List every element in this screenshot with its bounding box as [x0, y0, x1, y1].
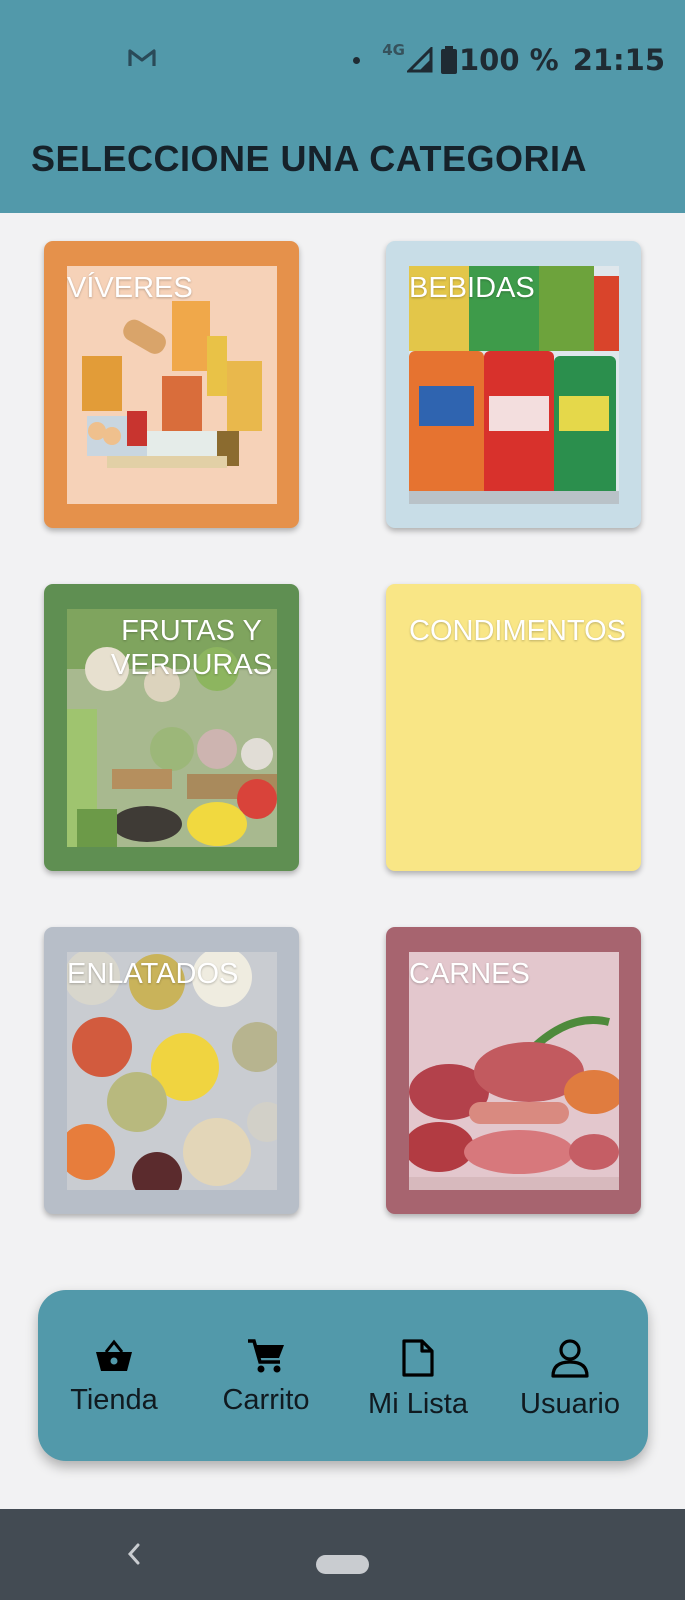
category-card-frutas-y-verduras[interactable]: FRUTAS Y VERDURAS	[44, 584, 299, 871]
nav-item-mi-lista[interactable]: Mi Lista	[342, 1290, 494, 1461]
user-icon	[551, 1339, 589, 1378]
basket-icon	[96, 1339, 132, 1371]
category-label: BEBIDAS	[409, 272, 535, 304]
signal-icon	[407, 47, 433, 73]
category-label: ENLATADOS	[67, 958, 239, 990]
document-icon	[402, 1339, 434, 1377]
category-label: FRUTAS Y VERDURAS	[110, 615, 273, 681]
back-icon[interactable]	[124, 1539, 144, 1569]
nav-item-tienda[interactable]: Tienda	[38, 1290, 190, 1461]
page-title: SELECCIONE UNA CATEGORIA	[31, 138, 588, 179]
nav-item-carrito[interactable]: Carrito	[190, 1290, 342, 1461]
battery-icon	[441, 46, 457, 74]
battery-percent: 100 %	[459, 43, 559, 77]
nav-label: Carrito	[222, 1384, 310, 1416]
gmail-icon	[128, 49, 156, 66]
dot-icon	[353, 56, 361, 64]
nav-label: Usuario	[520, 1388, 620, 1420]
cart-icon	[248, 1339, 284, 1373]
category-label: CONDIMENTOS	[409, 615, 626, 647]
nav-label: Mi Lista	[368, 1388, 468, 1420]
system-nav-bar	[0, 1509, 685, 1600]
category-card-enlatados[interactable]: ENLATADOS	[44, 927, 299, 1214]
home-pill-icon[interactable]	[316, 1555, 369, 1574]
app-header: 4G 100 % 21:15 SELECCIONE UNA CATEGORIA	[0, 0, 685, 213]
nav-item-usuario[interactable]: Usuario	[494, 1290, 646, 1461]
clock: 21:15	[572, 43, 665, 77]
category-label: VÍVERES	[67, 272, 193, 304]
category-card-bebidas[interactable]: BEBIDAS	[386, 241, 641, 528]
category-card-viveres[interactable]: VÍVERES	[44, 241, 299, 528]
bottom-nav: Tienda Carrito Mi Lista Usuario	[38, 1290, 648, 1461]
category-label: CARNES	[409, 958, 530, 990]
category-card-carnes[interactable]: CARNES	[386, 927, 641, 1214]
category-card-condimentos[interactable]: CONDIMENTOS	[386, 584, 641, 871]
nav-label: Tienda	[70, 1384, 158, 1416]
status-bar: 4G 100 % 21:15	[353, 40, 665, 80]
network-type: 4G	[382, 41, 405, 59]
